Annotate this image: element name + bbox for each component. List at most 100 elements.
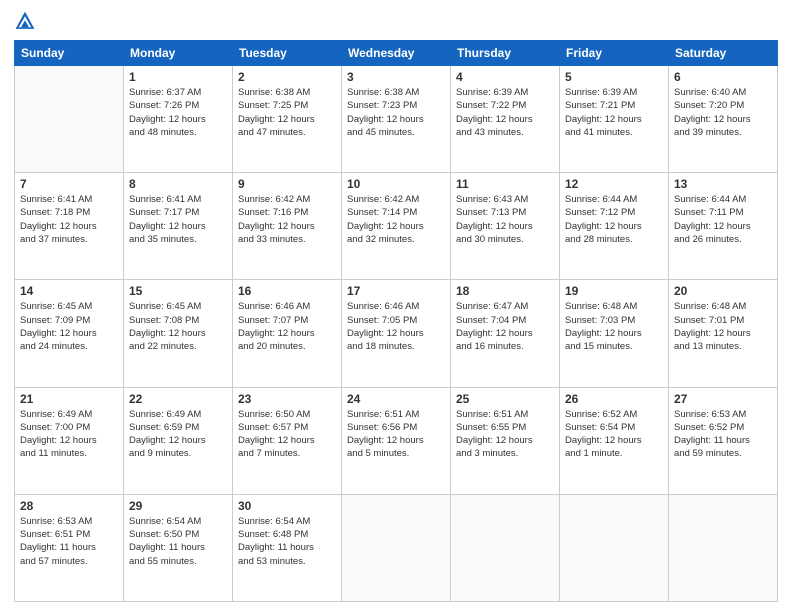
page: SundayMondayTuesdayWednesdayThursdayFrid… [0, 0, 792, 612]
calendar-cell: 3Sunrise: 6:38 AM Sunset: 7:23 PM Daylig… [342, 66, 451, 173]
day-number: 11 [456, 177, 554, 191]
calendar-cell: 30 Sunrise: 6:54 AM Sunset: 6:48 PM Dayli… [233, 494, 342, 601]
day-number: 30 [238, 499, 336, 513]
day-info: Sunrise: 6:47 AM Sunset: 7:04 PM Dayligh… [456, 300, 554, 353]
day-number: 10 [347, 177, 445, 191]
calendar-cell [669, 494, 778, 601]
calendar-cell [342, 494, 451, 601]
calendar-cell: 7Sunrise: 6:41 AM Sunset: 7:18 PM Daylig… [15, 173, 124, 280]
calendar-cell: 2 Sunrise: 6:38 AM Sunset: 7:25 PM Daylig… [233, 66, 342, 173]
day-info: Sunrise: 6:40 AM Sunset: 7:20 PM Dayligh… [674, 86, 772, 139]
day-number: 22 [129, 392, 227, 406]
calendar-cell: 16 Sunrise: 6:46 AM Sunset: 7:07 PM Dayli… [233, 280, 342, 387]
day-info: Sunrise: 6:54 AM Sunset: 6:48 PM Dayligh… [238, 515, 336, 568]
calendar-cell: 5 Sunrise: 6:39 AM Sunset: 7:21 PM Daylig… [560, 66, 669, 173]
weekday-header-sunday: Sunday [15, 41, 124, 66]
logo-icon [14, 10, 36, 32]
calendar-cell: 17 Sunrise: 6:46 AM Sunset: 7:05 PM Dayli… [342, 280, 451, 387]
day-info: Sunrise: 6:42 AM Sunset: 7:16 PM Dayligh… [238, 193, 336, 246]
day-info: Sunrise: 6:38 AM Sunset: 7:25 PM Dayligh… [238, 86, 336, 139]
day-info: Sunrise: 6:48 AM Sunset: 7:01 PM Dayligh… [674, 300, 772, 353]
day-info: Sunrise: 6:53 AM Sunset: 6:52 PM Dayligh… [674, 408, 772, 461]
day-number: 12 [565, 177, 663, 191]
calendar-week-3: 14 Sunrise: 6:45 AM Sunset: 7:09 PM Dayli… [15, 280, 778, 387]
day-number: 28 [20, 499, 118, 513]
day-number: 15 [129, 284, 227, 298]
calendar-cell: 13 Sunrise: 6:44 AM Sunset: 7:11 PM Dayli… [669, 173, 778, 280]
day-info: Sunrise: 6:46 AM Sunset: 7:05 PM Dayligh… [347, 300, 445, 353]
weekday-header-saturday: Saturday [669, 41, 778, 66]
day-info: Sunrise: 6:44 AM Sunset: 7:11 PM Dayligh… [674, 193, 772, 246]
day-number: 16 [238, 284, 336, 298]
day-number: 26 [565, 392, 663, 406]
weekday-header-row: SundayMondayTuesdayWednesdayThursdayFrid… [15, 41, 778, 66]
calendar-cell: 14 Sunrise: 6:45 AM Sunset: 7:09 PM Dayli… [15, 280, 124, 387]
day-number: 6 [674, 70, 772, 84]
day-info: Sunrise: 6:45 AM Sunset: 7:09 PM Dayligh… [20, 300, 118, 353]
day-info: Sunrise: 6:41 AM Sunset: 7:18 PM Dayligh… [20, 193, 118, 246]
day-number: 8 [129, 177, 227, 191]
day-info: Sunrise: 6:49 AM Sunset: 6:59 PM Dayligh… [129, 408, 227, 461]
calendar-cell: 25 Sunrise: 6:51 AM Sunset: 6:55 PM Dayli… [451, 387, 560, 494]
day-number: 23 [238, 392, 336, 406]
day-number: 4 [456, 70, 554, 84]
calendar-week-4: 21 Sunrise: 6:49 AM Sunset: 7:00 PM Dayli… [15, 387, 778, 494]
day-number: 19 [565, 284, 663, 298]
day-info: Sunrise: 6:51 AM Sunset: 6:55 PM Dayligh… [456, 408, 554, 461]
calendar-week-1: 1 Sunrise: 6:37 AM Sunset: 7:26 PM Daylig… [15, 66, 778, 173]
calendar-cell: 4 Sunrise: 6:39 AM Sunset: 7:22 PM Daylig… [451, 66, 560, 173]
calendar-cell [15, 66, 124, 173]
weekday-header-wednesday: Wednesday [342, 41, 451, 66]
day-number: 27 [674, 392, 772, 406]
calendar-table: SundayMondayTuesdayWednesdayThursdayFrid… [14, 40, 778, 602]
calendar-cell: 10 Sunrise: 6:42 AM Sunset: 7:14 PM Dayli… [342, 173, 451, 280]
day-number: 5 [565, 70, 663, 84]
calendar-cell: 20 Sunrise: 6:48 AM Sunset: 7:01 PM Dayli… [669, 280, 778, 387]
day-number: 2 [238, 70, 336, 84]
calendar-week-2: 7Sunrise: 6:41 AM Sunset: 7:18 PM Daylig… [15, 173, 778, 280]
calendar-cell: 24Sunrise: 6:51 AM Sunset: 6:56 PM Dayli… [342, 387, 451, 494]
calendar-cell: 15 Sunrise: 6:45 AM Sunset: 7:08 PM Dayli… [124, 280, 233, 387]
day-info: Sunrise: 6:37 AM Sunset: 7:26 PM Dayligh… [129, 86, 227, 139]
calendar-cell: 19 Sunrise: 6:48 AM Sunset: 7:03 PM Dayli… [560, 280, 669, 387]
calendar-cell: 6 Sunrise: 6:40 AM Sunset: 7:20 PM Daylig… [669, 66, 778, 173]
calendar-cell: 26 Sunrise: 6:52 AM Sunset: 6:54 PM Dayli… [560, 387, 669, 494]
calendar-cell: 18 Sunrise: 6:47 AM Sunset: 7:04 PM Dayli… [451, 280, 560, 387]
day-number: 17 [347, 284, 445, 298]
day-info: Sunrise: 6:46 AM Sunset: 7:07 PM Dayligh… [238, 300, 336, 353]
day-info: Sunrise: 6:45 AM Sunset: 7:08 PM Dayligh… [129, 300, 227, 353]
day-info: Sunrise: 6:52 AM Sunset: 6:54 PM Dayligh… [565, 408, 663, 461]
calendar-cell: 28 Sunrise: 6:53 AM Sunset: 6:51 PM Dayli… [15, 494, 124, 601]
calendar-cell: 21 Sunrise: 6:49 AM Sunset: 7:00 PM Dayli… [15, 387, 124, 494]
weekday-header-tuesday: Tuesday [233, 41, 342, 66]
calendar-cell: 22 Sunrise: 6:49 AM Sunset: 6:59 PM Dayli… [124, 387, 233, 494]
day-info: Sunrise: 6:43 AM Sunset: 7:13 PM Dayligh… [456, 193, 554, 246]
day-number: 18 [456, 284, 554, 298]
day-info: Sunrise: 6:53 AM Sunset: 6:51 PM Dayligh… [20, 515, 118, 568]
calendar-cell [451, 494, 560, 601]
calendar-cell: 9 Sunrise: 6:42 AM Sunset: 7:16 PM Daylig… [233, 173, 342, 280]
day-number: 13 [674, 177, 772, 191]
header [14, 10, 778, 32]
calendar-cell: 27 Sunrise: 6:53 AM Sunset: 6:52 PM Dayli… [669, 387, 778, 494]
day-number: 21 [20, 392, 118, 406]
day-info: Sunrise: 6:38 AM Sunset: 7:23 PM Dayligh… [347, 86, 445, 139]
day-info: Sunrise: 6:39 AM Sunset: 7:21 PM Dayligh… [565, 86, 663, 139]
day-number: 25 [456, 392, 554, 406]
day-info: Sunrise: 6:48 AM Sunset: 7:03 PM Dayligh… [565, 300, 663, 353]
day-number: 14 [20, 284, 118, 298]
day-info: Sunrise: 6:49 AM Sunset: 7:00 PM Dayligh… [20, 408, 118, 461]
weekday-header-friday: Friday [560, 41, 669, 66]
weekday-header-thursday: Thursday [451, 41, 560, 66]
day-number: 9 [238, 177, 336, 191]
day-info: Sunrise: 6:50 AM Sunset: 6:57 PM Dayligh… [238, 408, 336, 461]
calendar-cell: 12 Sunrise: 6:44 AM Sunset: 7:12 PM Dayli… [560, 173, 669, 280]
day-number: 1 [129, 70, 227, 84]
day-info: Sunrise: 6:42 AM Sunset: 7:14 PM Dayligh… [347, 193, 445, 246]
day-info: Sunrise: 6:41 AM Sunset: 7:17 PM Dayligh… [129, 193, 227, 246]
day-info: Sunrise: 6:44 AM Sunset: 7:12 PM Dayligh… [565, 193, 663, 246]
day-info: Sunrise: 6:39 AM Sunset: 7:22 PM Dayligh… [456, 86, 554, 139]
day-info: Sunrise: 6:51 AM Sunset: 6:56 PM Dayligh… [347, 408, 445, 461]
calendar-cell [560, 494, 669, 601]
day-number: 20 [674, 284, 772, 298]
